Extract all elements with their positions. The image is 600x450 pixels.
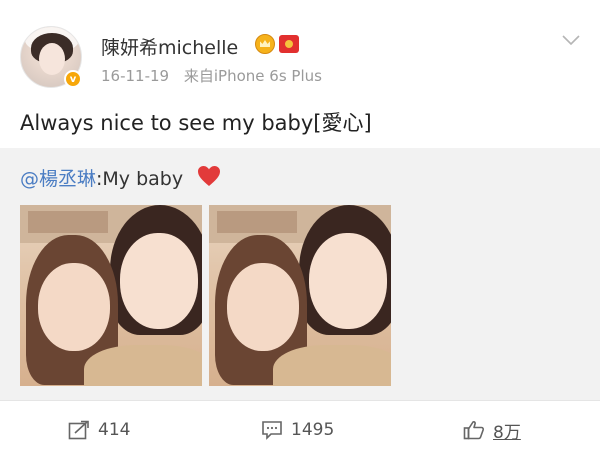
weibo-post-card: v 陳妍希michelle 16-11-19 来自iPhone 6s Plus … <box>0 0 600 450</box>
like-button[interactable]: 8万 <box>463 418 521 443</box>
red-packet-icon[interactable] <box>279 35 299 53</box>
photo-person-right-face <box>120 233 198 329</box>
thumbs-up-icon <box>463 421 485 440</box>
repost-icon <box>68 420 89 440</box>
photo-clothing <box>84 345 202 386</box>
crown-icon[interactable] <box>255 34 275 54</box>
repost-text-line: @楊丞琳:My baby <box>20 164 183 191</box>
comment-button[interactable]: 1495 <box>261 418 334 442</box>
chevron-down-icon[interactable] <box>561 32 581 48</box>
comment-icon <box>262 421 282 440</box>
post-text: Always nice to see my baby[愛心] <box>20 111 372 135</box>
heart-icon <box>198 166 220 186</box>
footer-divider <box>0 400 600 401</box>
repost-count: 414 <box>98 420 131 440</box>
verified-badge-icon: v <box>64 70 82 88</box>
photo-person-left-face <box>227 263 299 351</box>
repost-text: :My baby <box>96 168 184 190</box>
username[interactable]: 陳妍希michelle <box>101 33 238 60</box>
comment-count: 1495 <box>291 420 335 440</box>
photo-person-right-face <box>309 233 387 329</box>
photo-clothing <box>273 345 391 386</box>
post-date: 16-11-19 <box>101 67 170 85</box>
mention-link[interactable]: @楊丞琳 <box>20 168 96 190</box>
post-meta: 16-11-19 来自iPhone 6s Plus <box>101 65 322 86</box>
avatar-face <box>39 43 65 75</box>
like-count[interactable]: 8万 <box>493 418 521 443</box>
reposted-content[interactable]: @楊丞琳:My baby <box>0 148 600 400</box>
post-source[interactable]: 来自iPhone 6s Plus <box>184 67 322 85</box>
photo-person-left-face <box>38 263 110 351</box>
photo-2[interactable] <box>209 205 391 386</box>
repost-button[interactable]: 414 <box>68 418 130 442</box>
photo-1[interactable] <box>20 205 202 386</box>
